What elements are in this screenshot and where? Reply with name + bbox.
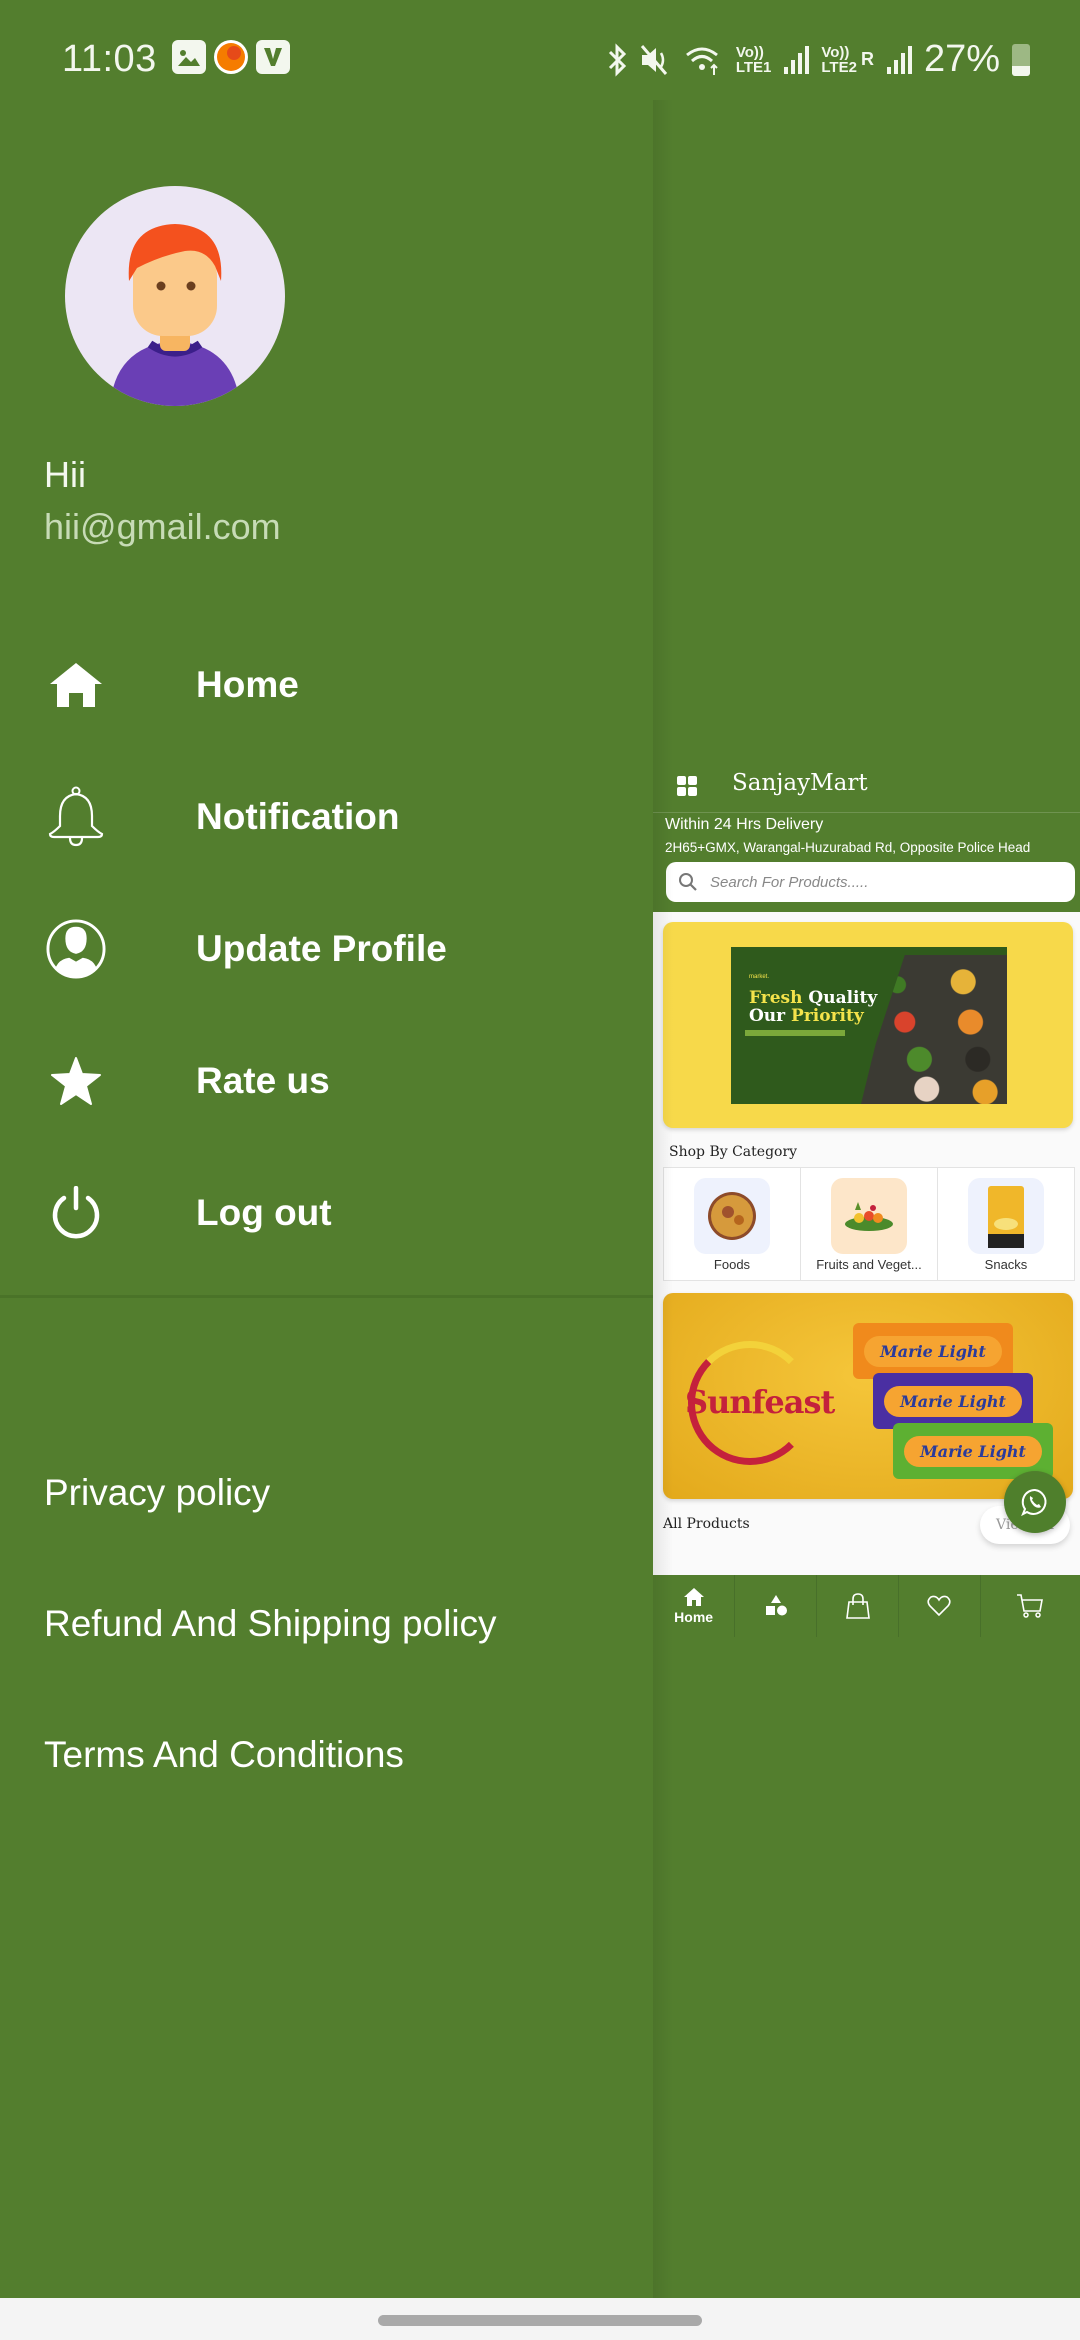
nav-home-label: Home xyxy=(674,1609,714,1625)
user-circle-icon xyxy=(46,919,106,979)
delivery-address[interactable]: 2H65+GMX, Warangal-Huzurabad Rd, Opposit… xyxy=(665,840,1030,855)
shopping-bag-icon xyxy=(845,1593,870,1619)
search-icon xyxy=(679,873,697,891)
menu-label: Log out xyxy=(196,1192,332,1233)
menu-item-notification[interactable]: Notification xyxy=(0,767,653,867)
system-navigation-area xyxy=(0,2298,1080,2340)
banner-stripe xyxy=(745,1030,845,1036)
menu-label: Home xyxy=(196,664,299,705)
system-status: Vo)) LTE1 Vo)) LTE2 R 27% xyxy=(606,38,1030,81)
category-label: Snacks xyxy=(984,1257,1028,1272)
notification-icons xyxy=(172,40,290,74)
menu-grid-icon[interactable] xyxy=(677,776,697,796)
user-avatar[interactable] xyxy=(65,186,285,406)
menu-label: Update Profile xyxy=(196,928,447,969)
category-label: Fruits and Veget... xyxy=(816,1257,922,1272)
category-foods[interactable]: Foods xyxy=(664,1168,801,1280)
banner-artwork: market. Fresh Quality Our Priority xyxy=(731,947,1007,1104)
nav-cart[interactable] xyxy=(981,1575,1080,1637)
status-bar: 11:03 Vo)) LTE1 Vo)) LTE2 R 27% xyxy=(0,0,1080,100)
bell-icon xyxy=(46,786,106,847)
home-content: market. Fresh Quality Our Priority Shop … xyxy=(653,912,1080,1575)
categories-icon xyxy=(765,1595,787,1616)
star-icon xyxy=(46,1051,106,1111)
nav-orders[interactable] xyxy=(817,1575,899,1637)
wifi-icon xyxy=(685,47,718,75)
cart-icon xyxy=(1017,1594,1044,1618)
shop-by-category-title: Shop By Category xyxy=(669,1144,798,1160)
whatsapp-icon xyxy=(1021,1488,1047,1517)
bluetooth-icon xyxy=(608,42,626,77)
menu-label: Rate us xyxy=(196,1060,330,1101)
bottom-navigation: Home xyxy=(653,1575,1080,1637)
sunfeast-logo: Sunfeast xyxy=(685,1383,835,1421)
battery-percent: 27% xyxy=(923,38,1000,80)
category-label: Foods xyxy=(713,1257,751,1272)
sim1-label: Vo)) LTE1 xyxy=(735,43,772,76)
battery-icon xyxy=(1012,43,1030,76)
snacks-image xyxy=(968,1178,1044,1254)
banner-brand: market. xyxy=(749,974,770,980)
heart-icon xyxy=(927,1595,951,1617)
home-icon xyxy=(683,1588,704,1606)
promo-banner-sunfeast[interactable]: Sunfeast Marie Light Marie Light Marie L… xyxy=(663,1293,1073,1499)
app-title: SanjayMart xyxy=(732,770,868,796)
menu-item-update-profile[interactable]: Update Profile xyxy=(0,899,653,999)
drawer-shadow xyxy=(653,100,673,2298)
whatsapp-button[interactable] xyxy=(1004,1471,1066,1533)
foods-image xyxy=(694,1178,770,1254)
link-refund-shipping-policy[interactable]: Refund And Shipping policy xyxy=(44,1603,497,1645)
category-grid: Foods Fruits and Veget... Snacks xyxy=(663,1167,1075,1281)
nav-categories[interactable] xyxy=(735,1575,818,1637)
fruits-image xyxy=(831,1178,907,1254)
menu-item-home[interactable]: Home xyxy=(0,635,653,735)
menu-label: Notification xyxy=(196,796,400,837)
all-products-title: All Products xyxy=(663,1516,750,1532)
orange-app-icon xyxy=(214,40,248,74)
vegetables-image xyxy=(861,955,1007,1104)
delivery-text: Within 24 Hrs Delivery xyxy=(665,816,824,833)
menu-item-log-out[interactable]: Log out xyxy=(0,1163,653,1263)
roaming-indicator: R xyxy=(860,49,874,69)
category-fruits-and-vegetables[interactable]: Fruits and Veget... xyxy=(801,1168,938,1280)
user-name: Hii xyxy=(44,454,86,495)
drawer-divider xyxy=(0,1295,653,1298)
menu-item-rate-us[interactable]: Rate us xyxy=(0,1031,653,1131)
home-icon xyxy=(46,655,106,715)
product-pack-orange: Marie Light xyxy=(853,1323,1013,1379)
navigation-drawer: Hii hii@gmail.com Home Notification Upda… xyxy=(0,100,653,2298)
user-email: hii@gmail.com xyxy=(44,506,281,547)
banner-headline: Fresh Quality Our Priority xyxy=(749,988,878,1026)
link-privacy-policy[interactable]: Privacy policy xyxy=(44,1472,270,1514)
app-header: SanjayMart xyxy=(653,760,1080,813)
sim2-label: Vo)) LTE2 xyxy=(821,43,857,76)
signal-sim2-icon xyxy=(886,45,912,74)
power-icon xyxy=(46,1183,106,1243)
status-time: 11:03 xyxy=(62,38,157,80)
link-terms-and-conditions[interactable]: Terms And Conditions xyxy=(44,1734,404,1776)
app-home-screen[interactable]: SanjayMart Within 24 Hrs Delivery 2H65+G… xyxy=(653,100,1080,2298)
search-input[interactable]: Search For Products..... xyxy=(666,862,1075,902)
gesture-handle[interactable] xyxy=(378,2315,702,2326)
signal-sim1-icon xyxy=(784,45,810,74)
promo-banner-fresh-quality[interactable]: market. Fresh Quality Our Priority xyxy=(663,922,1073,1128)
gallery-icon xyxy=(172,40,206,74)
product-pack-purple: Marie Light xyxy=(873,1373,1033,1429)
v-app-icon xyxy=(256,40,290,74)
search-placeholder: Search For Products..... xyxy=(710,873,869,891)
category-snacks[interactable]: Snacks xyxy=(938,1168,1074,1280)
nav-wishlist[interactable] xyxy=(899,1575,981,1637)
mute-icon xyxy=(640,44,667,75)
